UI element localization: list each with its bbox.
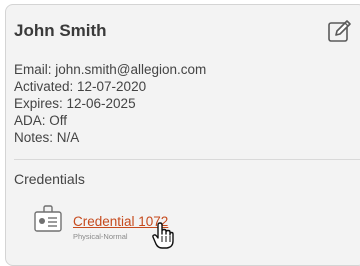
badge-icon	[33, 204, 63, 234]
edit-icon	[328, 20, 351, 42]
email-text: Email: john.smith@allegion.com	[14, 62, 207, 77]
ada-text: ADA: Off	[14, 113, 68, 128]
edit-button[interactable]	[326, 18, 354, 44]
hand-pointer-cursor-icon	[151, 222, 175, 250]
user-detail-card: John Smith Email: john.smith@allegion.co…	[5, 4, 360, 266]
credential-type: Physical-Normal	[73, 232, 128, 241]
expires-text: Expires: 12-06-2025	[14, 96, 136, 111]
user-details: Email: john.smith@allegion.com Activated…	[14, 61, 206, 146]
divider	[14, 159, 360, 160]
activated-text: Activated: 12-07-2020	[14, 79, 147, 94]
user-name: John Smith	[14, 21, 107, 40]
credentials-heading: Credentials	[14, 171, 85, 187]
notes-text: Notes: N/A	[14, 130, 80, 145]
